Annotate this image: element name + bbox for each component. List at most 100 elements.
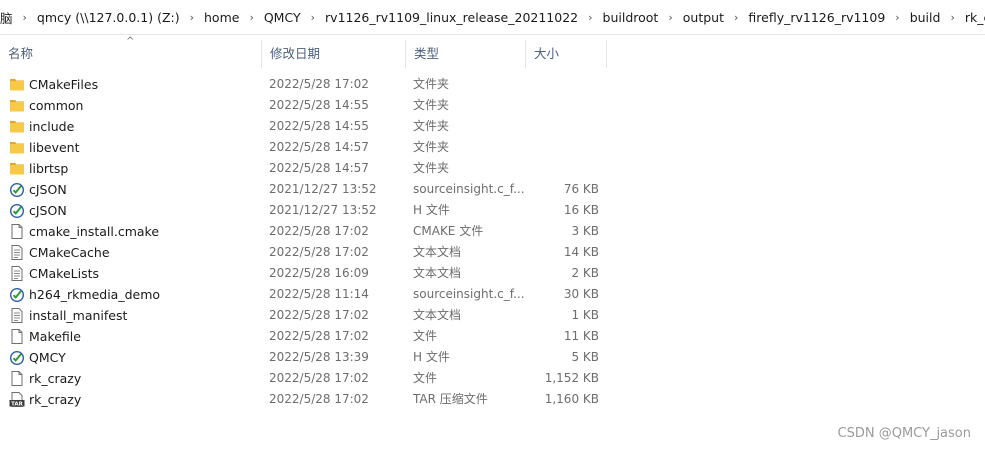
file-name[interactable]: rk_crazy	[29, 389, 81, 410]
column-header-name-label: 名称	[8, 46, 34, 61]
text-document-icon	[9, 266, 25, 281]
file-type: 文本文档	[413, 308, 462, 322]
file-name[interactable]: librtsp	[29, 158, 68, 179]
file-type: 文件	[413, 371, 438, 385]
file-row[interactable]: include 2022/5/28 14:55 文件夹	[0, 116, 985, 137]
file-modified-date: 2022/5/28 16:09	[269, 266, 369, 280]
file-row[interactable]: install_manifest 2022/5/28 17:02 文本文档 1 KB	[0, 305, 985, 326]
file-row[interactable]: libevent 2022/5/28 14:57 文件夹	[0, 137, 985, 158]
file-name[interactable]: CMakeFiles	[29, 74, 98, 95]
file-name[interactable]: CMakeCache	[29, 242, 110, 263]
file-size: 76 KB	[563, 182, 599, 196]
svg-text:TAR: TAR	[11, 401, 24, 407]
file-modified-date: 2022/5/28 17:02	[269, 77, 369, 91]
sourceinsight-icon	[9, 287, 25, 303]
text-document-icon	[9, 245, 25, 260]
file-row[interactable]: h264_rkmedia_demo 2022/5/28 11:14 sourcein…	[0, 284, 985, 305]
breadcrumb-separator-icon[interactable]: ›	[183, 11, 201, 24]
file-row[interactable]: CMakeFiles 2022/5/28 17:02 文件夹	[0, 74, 985, 95]
folder-icon	[9, 161, 25, 176]
file-modified-date: 2022/5/28 14:55	[269, 119, 369, 133]
file-modified-date: 2022/5/28 14:55	[269, 98, 369, 112]
file-row[interactable]: cJSON 2021/12/27 13:52 sourceinsight.c_f..…	[0, 179, 985, 200]
file-row[interactable]: Makefile 2022/5/28 17:02 文件 11 KB	[0, 326, 985, 347]
breadcrumb-item[interactable]: output	[680, 10, 727, 25]
file-row[interactable]: librtsp 2022/5/28 14:57 文件夹	[0, 158, 985, 179]
folder-icon	[9, 119, 25, 134]
file-name[interactable]: h264_rkmedia_demo	[29, 284, 160, 305]
file-name[interactable]: libevent	[29, 137, 79, 158]
file-size: 16 KB	[563, 203, 599, 217]
breadcrumb-separator-icon[interactable]: ›	[304, 11, 322, 24]
column-header-type[interactable]: 类型	[406, 40, 526, 68]
breadcrumb-item[interactable]: 脑	[0, 8, 16, 27]
folder-icon	[9, 77, 25, 92]
breadcrumb-separator-icon[interactable]: ›	[661, 11, 679, 24]
file-name[interactable]: cmake_install.cmake	[29, 221, 159, 242]
breadcrumb-separator-icon[interactable]: ›	[16, 11, 34, 24]
file-row[interactable]: common 2022/5/28 14:55 文件夹	[0, 95, 985, 116]
breadcrumb-separator-icon[interactable]: ›	[581, 11, 599, 24]
breadcrumb-item[interactable]: rk_crazy	[962, 10, 985, 25]
file-name[interactable]: cJSON	[29, 200, 67, 221]
file-size: 30 KB	[563, 287, 599, 301]
breadcrumb-item[interactable]: build	[907, 10, 944, 25]
text-document-icon	[9, 308, 25, 323]
file-name[interactable]: install_manifest	[29, 305, 127, 326]
file-name[interactable]: CMakeLists	[29, 263, 99, 284]
sourceinsight-icon	[9, 350, 25, 366]
breadcrumb-item[interactable]: buildroot	[600, 10, 662, 25]
file-size: 2 KB	[571, 266, 599, 280]
column-header-date[interactable]: 修改日期	[262, 40, 406, 68]
file-name[interactable]: cJSON	[29, 179, 67, 200]
breadcrumb-item[interactable]: home	[201, 10, 242, 25]
folder-icon	[9, 140, 25, 155]
sourceinsight-icon	[9, 203, 25, 219]
tar-archive-icon: TAR	[9, 392, 25, 407]
file-row[interactable]: cmake_install.cmake 2022/5/28 17:02 CMAKE …	[0, 221, 985, 242]
file-size: 3 KB	[571, 224, 599, 238]
file-row[interactable]: CMakeCache 2022/5/28 17:02 文本文档 14 KB	[0, 242, 985, 263]
file-type: sourceinsight.c_f...	[413, 287, 525, 301]
file-name[interactable]: include	[29, 116, 74, 137]
column-header-size-label: 大小	[534, 46, 560, 61]
breadcrumb-separator-icon[interactable]: ›	[888, 11, 906, 24]
file-name[interactable]: common	[29, 95, 83, 116]
file-row[interactable]: CMakeLists 2022/5/28 16:09 文本文档 2 KB	[0, 263, 985, 284]
file-row[interactable]: TAR rk_crazy 2022/5/28 17:02 TAR 压缩文件 1,160 …	[0, 389, 985, 410]
file-name[interactable]: Makefile	[29, 326, 81, 347]
breadcrumb-item[interactable]: QMCY	[261, 10, 304, 25]
file-name[interactable]: QMCY	[29, 347, 66, 368]
column-header-name[interactable]: ^ 名称	[0, 36, 262, 68]
watermark: CSDN @QMCY_jason	[837, 426, 971, 441]
folder-icon	[9, 98, 25, 113]
file-type: 文件夹	[413, 140, 450, 154]
column-divider[interactable]	[606, 40, 607, 68]
breadcrumb-item[interactable]: rv1126_rv1109_linux_release_20211022	[322, 10, 581, 25]
breadcrumb-item[interactable]: firefly_rv1126_rv1109	[745, 10, 888, 25]
file-modified-date: 2022/5/28 17:02	[269, 371, 369, 385]
file-modified-date: 2022/5/28 17:02	[269, 308, 369, 322]
file-list: CMakeFiles 2022/5/28 17:02 文件夹 common 2022/5…	[0, 74, 985, 410]
column-header-date-label: 修改日期	[270, 46, 321, 61]
file-modified-date: 2022/5/28 14:57	[269, 161, 369, 175]
file-modified-date: 2022/5/28 17:02	[269, 329, 369, 343]
file-row[interactable]: rk_crazy 2022/5/28 17:02 文件 1,152 KB	[0, 368, 985, 389]
file-modified-date: 2022/5/28 17:02	[269, 392, 369, 406]
breadcrumb-item[interactable]: qmcy (\\127.0.0.1) (Z:)	[34, 10, 183, 25]
file-name[interactable]: rk_crazy	[29, 368, 81, 389]
file-modified-date: 2022/5/28 17:02	[269, 245, 369, 259]
file-row[interactable]: cJSON 2021/12/27 13:52 H 文件 16 KB	[0, 200, 985, 221]
file-modified-date: 2021/12/27 13:52	[269, 182, 377, 196]
document-icon	[9, 371, 25, 386]
file-type: 文件夹	[413, 161, 450, 175]
file-type: 文件夹	[413, 77, 450, 91]
breadcrumb-separator-icon[interactable]: ›	[943, 11, 961, 24]
file-type: 文件夹	[413, 98, 450, 112]
sort-ascending-icon: ^	[126, 36, 135, 47]
file-row[interactable]: QMCY 2022/5/28 13:39 H 文件 5 KB	[0, 347, 985, 368]
column-header-size[interactable]: 大小	[526, 40, 607, 68]
breadcrumb-separator-icon[interactable]: ›	[727, 11, 745, 24]
document-icon	[9, 224, 25, 239]
breadcrumb-separator-icon[interactable]: ›	[242, 11, 260, 24]
